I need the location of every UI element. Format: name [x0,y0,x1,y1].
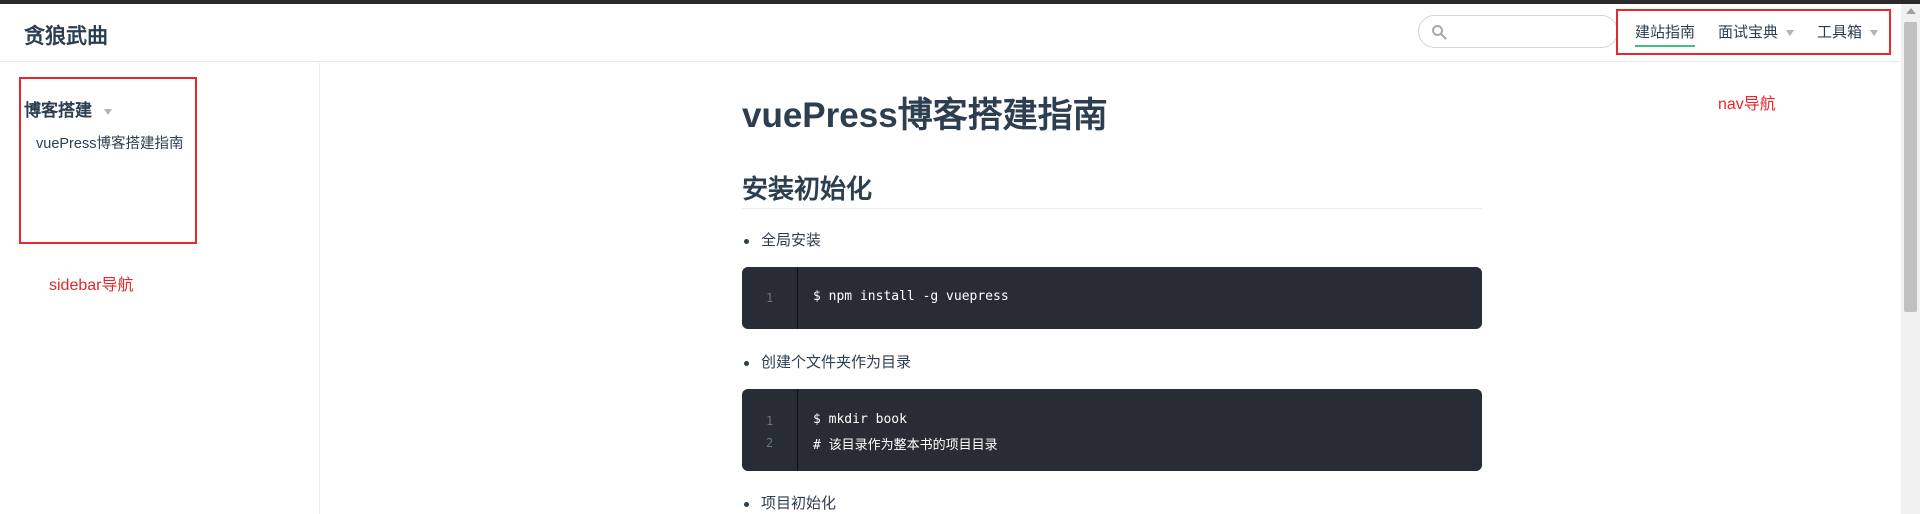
list-item: 全局安装 [744,229,821,250]
sidebar-annotation-label: sidebar导航 [49,277,134,294]
scrollbar-thumb[interactable] [1904,22,1917,312]
code-block: 1 2 $ mkdir book # 该目录作为整本书的项目目录 [742,389,1482,471]
list-item: 项目初始化 [744,492,836,513]
nav-annotation-box [1616,9,1891,55]
code-line: # 该目录作为整本书的项目目录 [813,438,998,453]
line-number: 1 [766,291,774,305]
line-number: 2 [766,436,774,450]
section-heading: 安装初始化 [742,169,1482,209]
search-box[interactable] [1418,15,1618,48]
code-line: $ mkdir book [813,412,907,427]
vertical-scrollbar[interactable] [1901,4,1920,514]
code-block: 1 $ npm install -g vuepress [742,267,1482,329]
search-icon [1432,25,1447,40]
line-numbers: 1 2 [742,389,798,471]
line-number: 1 [766,414,774,428]
sidebar-annotation-box [19,77,197,244]
list-item: 创建个文件夹作为目录 [744,351,911,372]
code-line: $ npm install -g vuepress [813,289,1009,304]
line-numbers: 1 [742,267,798,329]
page-title: vuePress博客搭建指南 [742,96,1108,135]
nav-annotation-label: nav导航 [1718,96,1776,113]
search-input[interactable] [1453,20,1603,44]
site-name-link[interactable]: 贪狼武曲 [24,20,108,50]
scroll-up-icon[interactable] [1906,8,1916,14]
